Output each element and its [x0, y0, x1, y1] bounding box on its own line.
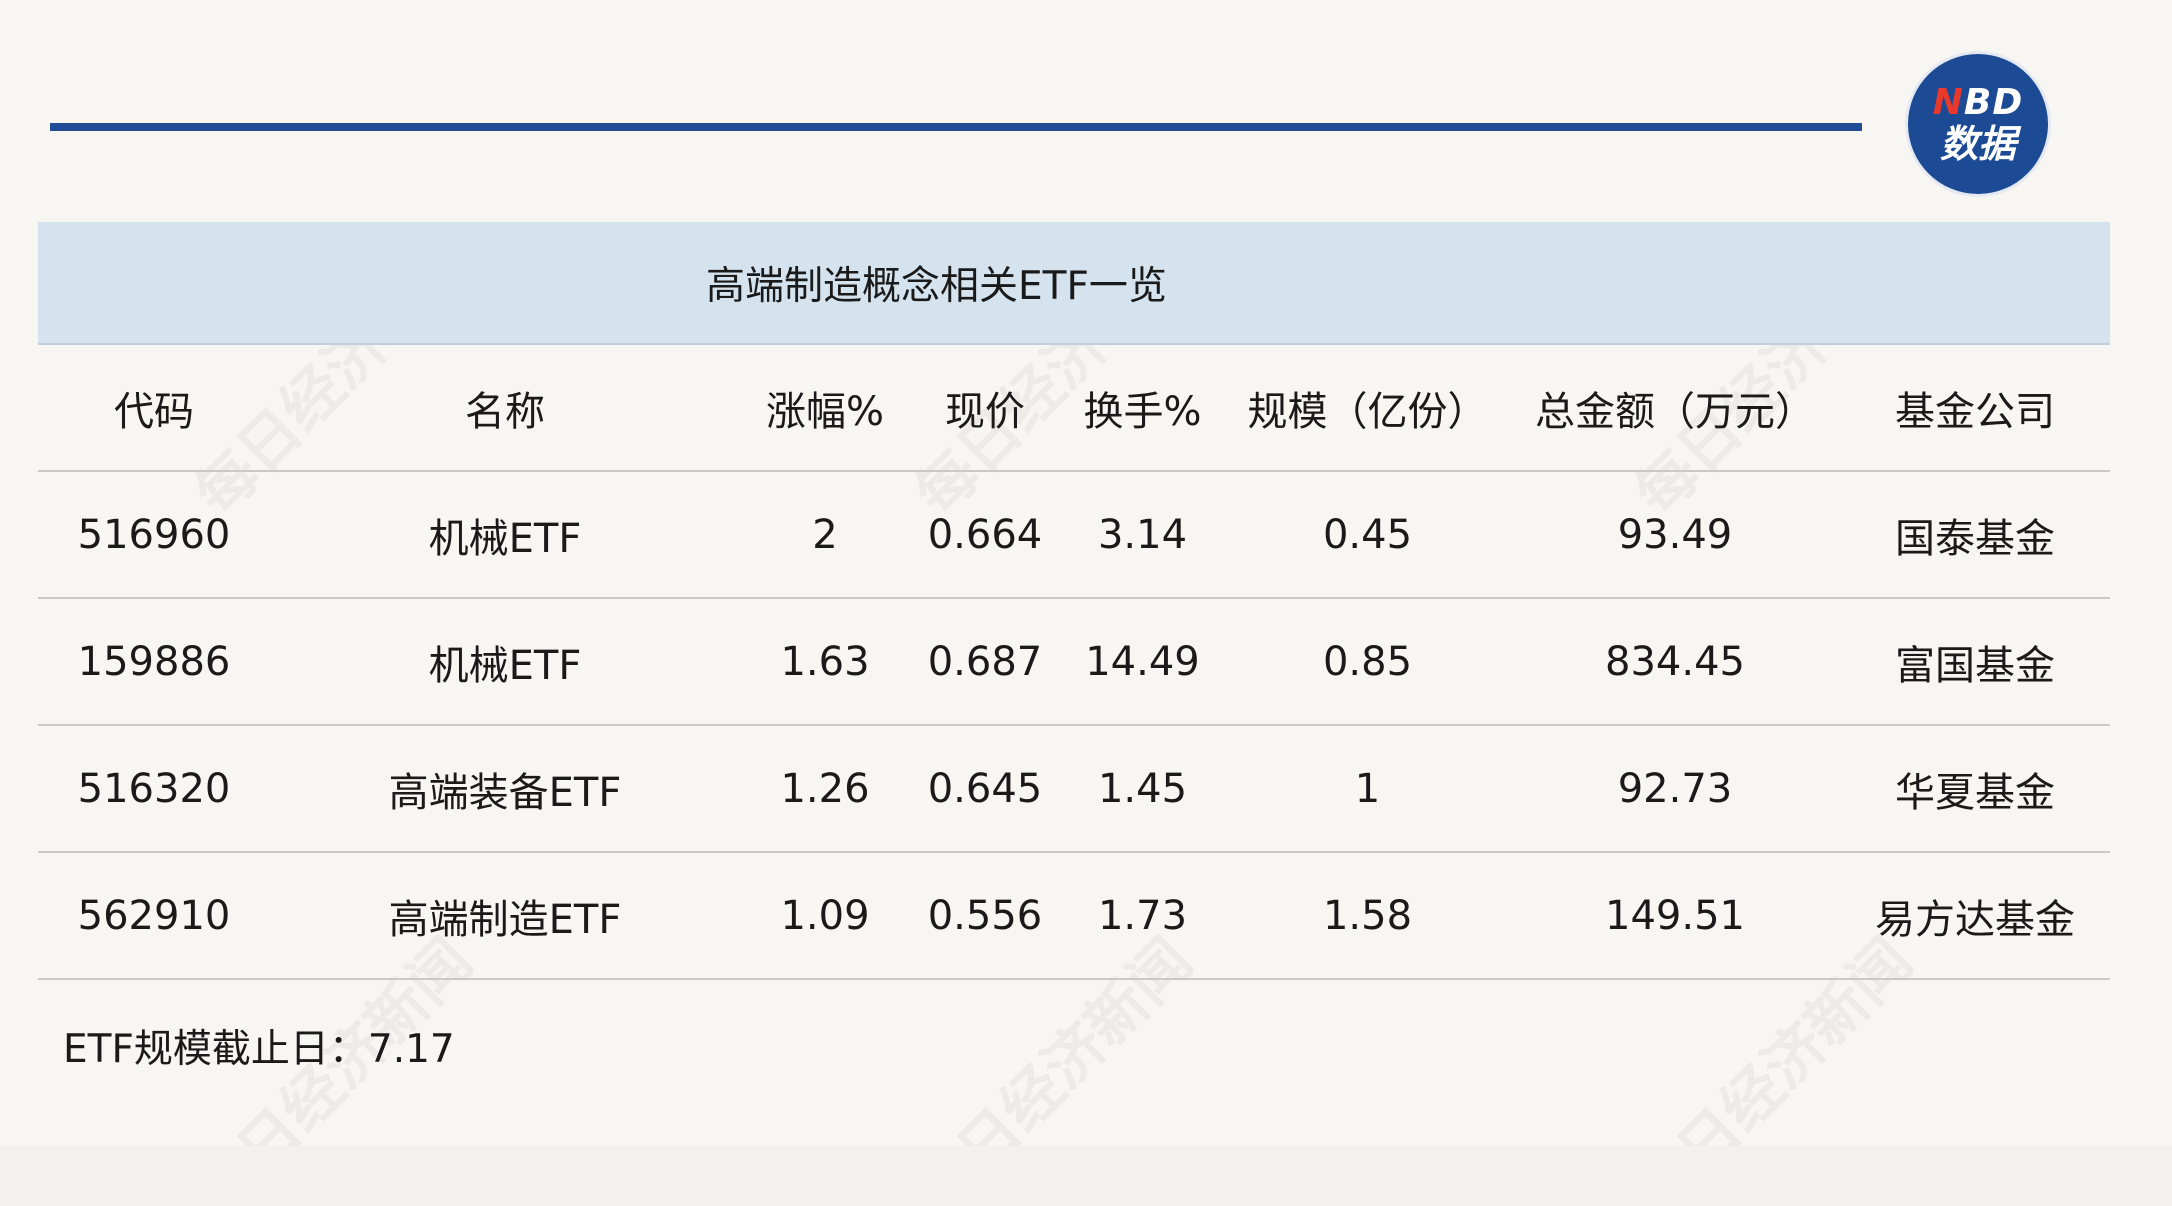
cell-scale: 0.45 — [1225, 471, 1510, 599]
cell-name: 机械ETF — [270, 598, 740, 726]
etf-table-container: 高端制造概念相关ETF一览 代码 名称 涨幅% 现价 换手% 规模（亿份） 总金… — [38, 222, 2110, 980]
cell-change-pct: 1.09 — [740, 852, 910, 980]
cell-name: 机械ETF — [270, 471, 740, 599]
cell-total-amount: 834.45 — [1510, 598, 1840, 726]
cell-total-amount: 93.49 — [1510, 471, 1840, 599]
cell-code: 516960 — [38, 471, 270, 599]
cell-scale: 1.58 — [1225, 852, 1510, 980]
cell-fund-company: 易方达基金 — [1840, 852, 2110, 980]
logo-data-text: 数据 — [1939, 122, 2016, 166]
header-name: 名称 — [270, 345, 740, 472]
header-price: 现价 — [910, 345, 1060, 472]
cell-name: 高端制造ETF — [270, 852, 740, 980]
cell-fund-company: 华夏基金 — [1840, 725, 2110, 853]
header-turnover-pct: 换手% — [1060, 345, 1225, 472]
cell-price: 0.645 — [910, 725, 1060, 853]
cell-change-pct: 1.26 — [740, 725, 910, 853]
table-row: 159886 机械ETF 1.63 0.687 14.49 0.85 834.4… — [38, 598, 2110, 726]
nbd-data-logo: NBD 数据 — [1908, 54, 2048, 194]
cell-turnover-pct: 1.45 — [1060, 725, 1225, 853]
cell-price: 0.556 — [910, 852, 1060, 980]
cell-change-pct: 2 — [740, 471, 910, 599]
header-rule — [50, 123, 1862, 131]
cell-code: 516320 — [38, 725, 270, 853]
header-change-pct: 涨幅% — [740, 345, 910, 472]
bottom-band — [0, 1146, 2172, 1206]
header-fund-company: 基金公司 — [1840, 345, 2110, 472]
cell-scale: 0.85 — [1225, 598, 1510, 726]
header-code: 代码 — [38, 345, 270, 472]
header-total-amount: 总金额（万元） — [1510, 345, 1840, 472]
cell-total-amount: 149.51 — [1510, 852, 1840, 980]
table-header-row: 代码 名称 涨幅% 现价 换手% 规模（亿份） 总金额（万元） 基金公司 — [38, 345, 2110, 472]
cell-name: 高端装备ETF — [270, 725, 740, 853]
table-row: 516960 机械ETF 2 0.664 3.14 0.45 93.49 国泰基… — [38, 471, 2110, 599]
cell-turnover-pct: 14.49 — [1060, 598, 1225, 726]
cell-turnover-pct: 3.14 — [1060, 471, 1225, 599]
cell-fund-company: 富国基金 — [1840, 598, 2110, 726]
cell-total-amount: 92.73 — [1510, 725, 1840, 853]
cell-scale: 1 — [1225, 725, 1510, 853]
cell-price: 0.687 — [910, 598, 1060, 726]
cell-code: 159886 — [38, 598, 270, 726]
scale-date-note: ETF规模截止日：7.17 — [63, 1027, 455, 1072]
cell-turnover-pct: 1.73 — [1060, 852, 1225, 980]
cell-change-pct: 1.63 — [740, 598, 910, 726]
cell-price: 0.664 — [910, 471, 1060, 599]
table-row: 516320 高端装备ETF 1.26 0.645 1.45 1 92.73 华… — [38, 725, 2110, 853]
cell-code: 562910 — [38, 852, 270, 980]
logo-nbd-text: NBD — [1932, 82, 2024, 123]
cell-fund-company: 国泰基金 — [1840, 471, 2110, 599]
table-row: 562910 高端制造ETF 1.09 0.556 1.73 1.58 149.… — [38, 852, 2110, 980]
etf-table: 代码 名称 涨幅% 现价 换手% 规模（亿份） 总金额（万元） 基金公司 516… — [38, 345, 2110, 980]
header-scale: 规模（亿份） — [1225, 345, 1510, 472]
table-title: 高端制造概念相关ETF一览 — [38, 222, 2110, 345]
